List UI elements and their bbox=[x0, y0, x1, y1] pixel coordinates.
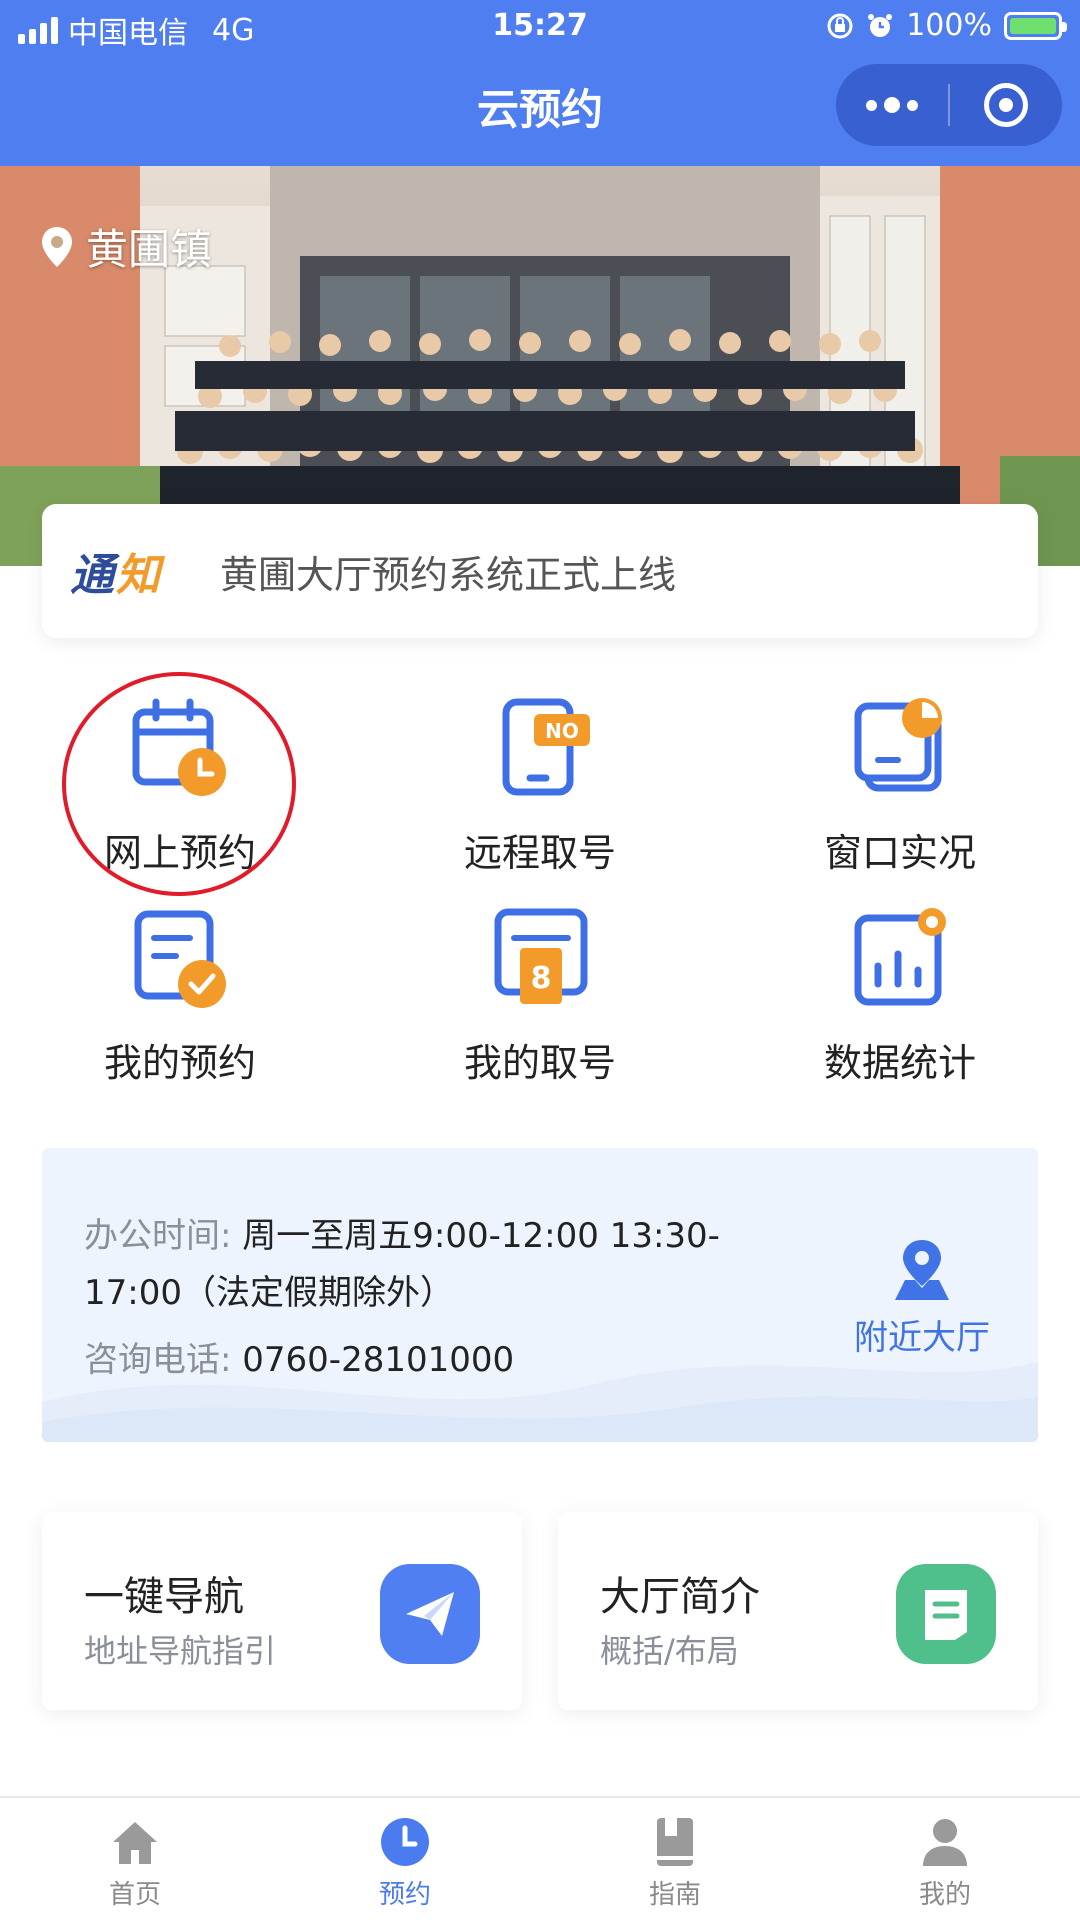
location-name: 黄圃镇 bbox=[86, 225, 213, 274]
battery-percent: 100% bbox=[906, 8, 992, 43]
grid-label: 窗口实况 bbox=[823, 831, 976, 875]
tab-booking[interactable]: 预约 bbox=[270, 1798, 540, 1920]
grid-statistics[interactable]: 数据统计 bbox=[720, 908, 1080, 1108]
user-icon bbox=[923, 1819, 967, 1866]
map-pin-icon bbox=[895, 1240, 949, 1300]
notice-text: 黄圃大厅预约系统正式上线 bbox=[220, 552, 677, 597]
notice-tag-part2: 知 bbox=[116, 550, 162, 601]
tab-label: 我的 bbox=[918, 1880, 971, 1910]
more-dots-icon bbox=[866, 97, 918, 113]
tab-mine[interactable]: 我的 bbox=[810, 1798, 1080, 1920]
ticket-number-text: 8 bbox=[531, 961, 552, 996]
orientation-lock-icon bbox=[827, 13, 853, 38]
location-pin-icon bbox=[42, 226, 72, 267]
card-subtitle: 概括/布局 bbox=[600, 1632, 739, 1670]
more-button[interactable] bbox=[836, 64, 948, 146]
tab-label: 预约 bbox=[378, 1880, 431, 1910]
nearby-hall-label: 附近大厅 bbox=[854, 1318, 990, 1358]
highlight-circle-annotation bbox=[62, 672, 296, 896]
target-icon bbox=[984, 83, 1028, 127]
location-label[interactable]: 黄圃镇 bbox=[40, 216, 212, 277]
card-subtitle: 地址导航指引 bbox=[84, 1632, 277, 1670]
grid-label: 我的取号 bbox=[463, 1041, 616, 1085]
nearby-hall-button[interactable]: 附近大厅 bbox=[822, 1238, 1022, 1359]
header: 中国电信 4G 15:27 100% 云预约 bbox=[0, 0, 1080, 166]
tab-label: 指南 bbox=[648, 1880, 701, 1910]
grid-label: 远程取号 bbox=[463, 831, 616, 875]
close-mini-program-button[interactable] bbox=[950, 64, 1062, 146]
home-icon bbox=[113, 1822, 157, 1864]
grid-my-tickets[interactable]: 8 我的取号 bbox=[360, 908, 720, 1108]
tab-label: 首页 bbox=[108, 1880, 161, 1910]
paper-plane-icon bbox=[380, 1564, 480, 1664]
grid-remote-ticket[interactable]: NO 远程取号 bbox=[360, 698, 720, 898]
notice-tag-part1: 通 bbox=[70, 550, 116, 601]
grid-label: 我的预约 bbox=[103, 1041, 256, 1085]
phone-no-icon: NO bbox=[502, 698, 590, 796]
card-title: 一键导航 bbox=[84, 1574, 244, 1620]
no-badge-text: NO bbox=[545, 719, 579, 743]
office-info-card: 办公时间: 周一至周五9:00-12:00 13:30- 17:00（法定假期除… bbox=[42, 1148, 1038, 1442]
book-icon bbox=[657, 1818, 693, 1866]
mini-program-capsule bbox=[836, 64, 1062, 146]
notice-bar[interactable]: 通知 黄圃大厅预约系统正式上线 bbox=[42, 504, 1038, 638]
status-bar: 中国电信 4G 15:27 100% bbox=[0, 0, 1080, 52]
grid-window-live[interactable]: 窗口实况 bbox=[720, 698, 1080, 898]
notice-tag: 通知 bbox=[70, 539, 162, 603]
doc-check-icon bbox=[134, 910, 226, 1008]
bottom-tab-bar: 首页 预约 指南 我的 bbox=[0, 1796, 1080, 1920]
alarm-icon bbox=[868, 13, 893, 37]
clock-icon bbox=[381, 1818, 429, 1866]
grid-my-bookings[interactable]: 我的预约 bbox=[0, 908, 360, 1108]
document-icon bbox=[896, 1564, 996, 1664]
chart-icon bbox=[854, 908, 946, 1006]
one-click-navigation-card[interactable]: 一键导航 地址导航指引 bbox=[42, 1512, 522, 1710]
hours-label: 办公时间: bbox=[84, 1216, 232, 1256]
phone-value[interactable]: 0760-28101000 bbox=[242, 1340, 514, 1380]
card-title: 大厅简介 bbox=[600, 1574, 760, 1620]
office-info-text: 办公时间: 周一至周五9:00-12:00 13:30- 17:00（法定假期除… bbox=[84, 1208, 824, 1389]
ticket-number-icon: 8 bbox=[494, 908, 588, 1004]
window-live-icon bbox=[854, 698, 942, 792]
hall-intro-card[interactable]: 大厅简介 概括/布局 bbox=[558, 1512, 1038, 1710]
status-right: 100% bbox=[826, 8, 1067, 43]
phone-label: 咨询电话: bbox=[84, 1340, 232, 1380]
tab-home[interactable]: 首页 bbox=[0, 1798, 270, 1920]
battery-icon bbox=[1004, 11, 1067, 40]
hours-value-continued: 17:00（法定假期除外） bbox=[84, 1273, 454, 1313]
grid-label: 数据统计 bbox=[823, 1041, 976, 1085]
hours-value: 周一至周五9:00-12:00 13:30- bbox=[242, 1216, 720, 1256]
tab-guide[interactable]: 指南 bbox=[540, 1798, 810, 1920]
